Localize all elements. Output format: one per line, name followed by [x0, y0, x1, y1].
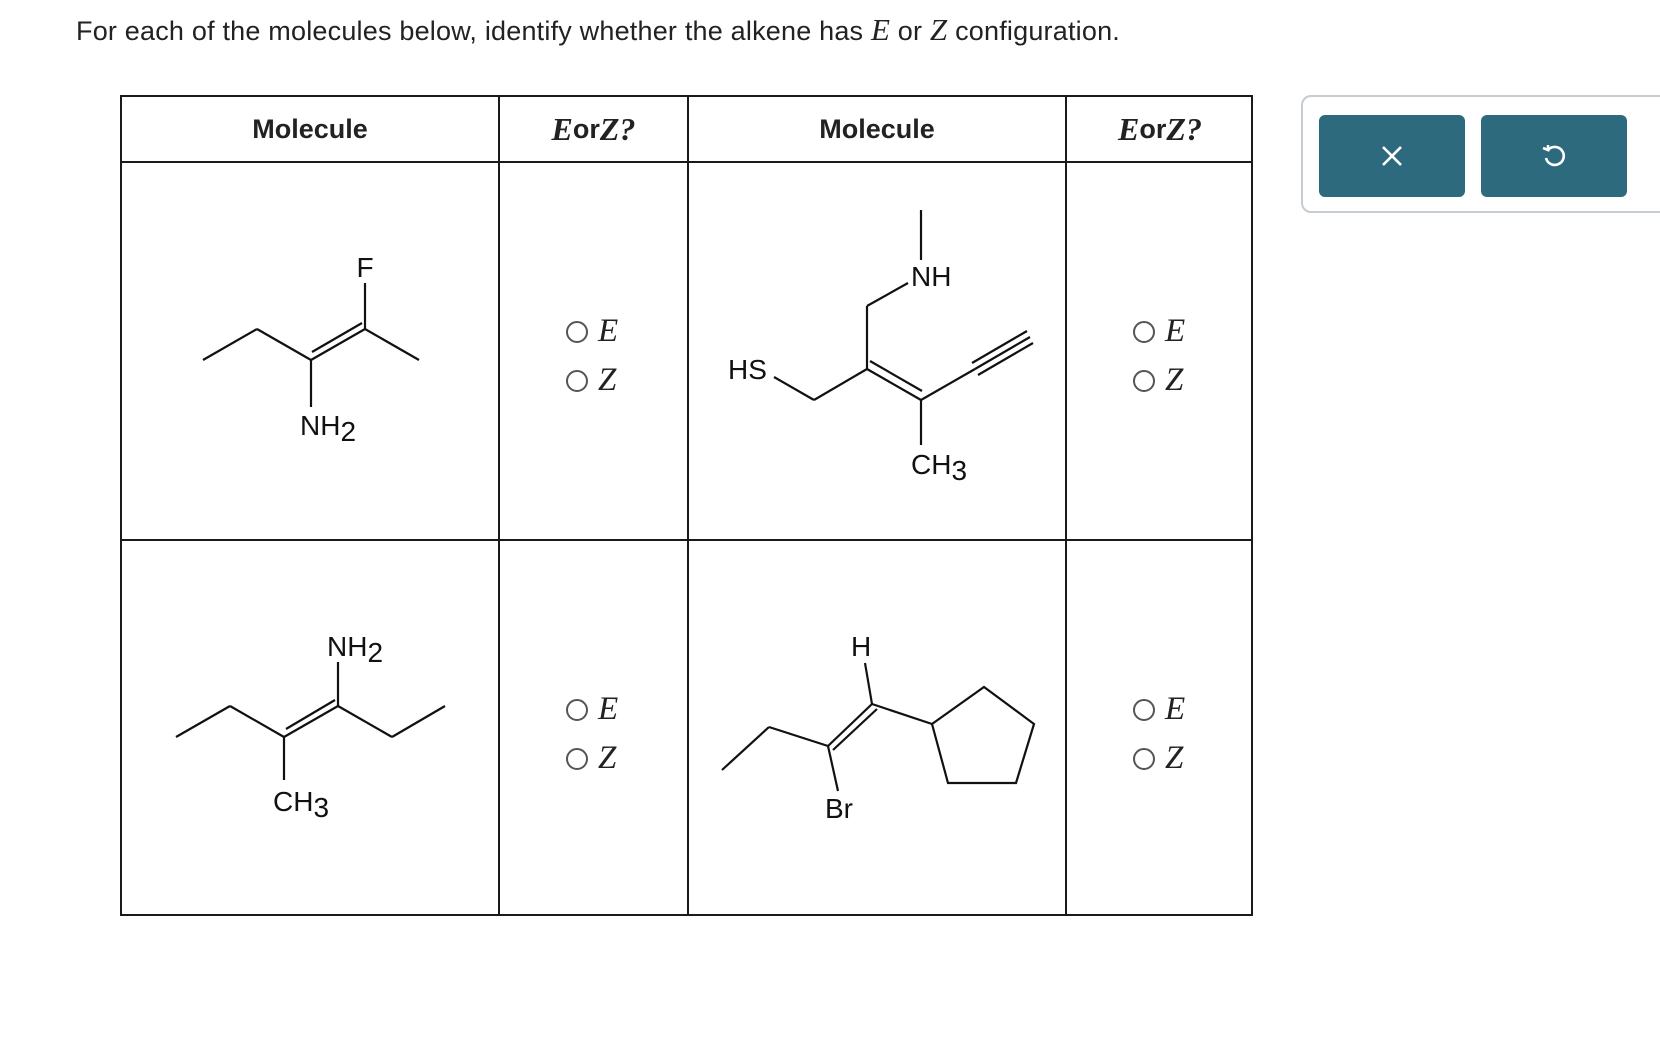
radio-button[interactable] — [566, 747, 588, 770]
radio-button[interactable] — [1133, 369, 1155, 392]
option-label: Z — [598, 740, 617, 776]
option-label: E — [598, 691, 619, 727]
option-label: E — [1165, 313, 1186, 349]
prompt-text: For each of the molecules below, identif… — [76, 16, 871, 46]
option-label: Z — [598, 362, 617, 398]
m1-bottom-label: NH2 — [300, 410, 356, 447]
x-icon — [1382, 146, 1402, 166]
m1-top-label: F — [356, 252, 373, 283]
clear-button[interactable] — [1319, 115, 1465, 197]
option-label: Z — [1165, 362, 1184, 398]
m4-option-z[interactable]: Z — [1133, 740, 1183, 777]
option-label: E — [598, 313, 619, 349]
m3-option-e[interactable]: E — [566, 691, 618, 728]
m1-option-z[interactable]: Z — [566, 362, 616, 399]
m2-option-z[interactable]: Z — [1133, 362, 1183, 399]
m1-option-e[interactable]: E — [566, 313, 618, 350]
question-prompt: For each of the molecules below, identif… — [76, 12, 1120, 48]
undo-icon — [1542, 145, 1566, 167]
answer-table: Molecule E or Z? Molecule E or Z? F NH2 — [120, 95, 1253, 916]
prompt-z: Z — [929, 12, 948, 47]
undo-button[interactable] — [1481, 115, 1627, 197]
molecule-drawings: F NH2 HS NH CH3 NH2 CH3 H Br — [175, 210, 1036, 824]
m3-top-label: NH2 — [327, 631, 383, 668]
m2-bottom-label: CH3 — [911, 449, 967, 486]
radio-button[interactable] — [566, 698, 588, 721]
m3-option-z[interactable]: Z — [566, 740, 616, 777]
option-label: E — [1165, 691, 1186, 727]
m4-option-e[interactable]: E — [1133, 691, 1185, 728]
radio-button[interactable] — [1133, 747, 1155, 770]
m4-top-label: H — [851, 631, 871, 662]
prompt-after: configuration. — [947, 16, 1120, 46]
radio-button[interactable] — [566, 369, 588, 392]
radio-button[interactable] — [566, 320, 588, 343]
option-label: Z — [1165, 740, 1184, 776]
answer-toolbar — [1301, 95, 1660, 213]
molecule-4: H Br — [721, 631, 1036, 824]
radio-button[interactable] — [1133, 698, 1155, 721]
m2-left-label: HS — [728, 354, 767, 385]
prompt-or: or — [890, 16, 930, 46]
molecule-1: F NH2 — [202, 252, 420, 447]
molecule-3: NH2 CH3 — [175, 631, 446, 823]
radio-button[interactable] — [1133, 320, 1155, 343]
m2-option-e[interactable]: E — [1133, 313, 1185, 350]
m2-top-label: NH — [911, 261, 951, 292]
m3-bottom-label: CH3 — [273, 786, 329, 823]
molecule-2: HS NH CH3 — [728, 210, 1034, 486]
m4-bottom-label: Br — [825, 793, 853, 824]
prompt-e: E — [870, 12, 891, 47]
